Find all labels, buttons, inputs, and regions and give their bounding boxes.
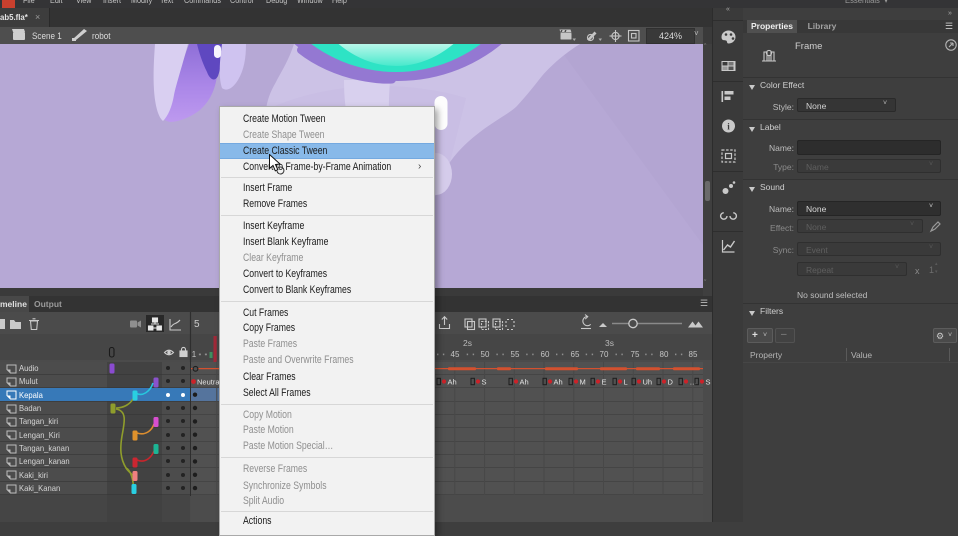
svg-text:Neutral: Neutral <box>197 378 222 387</box>
svg-text:D: D <box>668 378 674 387</box>
svg-text:Ah: Ah <box>554 378 563 387</box>
svg-text:Ah: Ah <box>448 378 457 387</box>
svg-text:S: S <box>706 378 711 387</box>
svg-text:L: L <box>624 378 628 387</box>
svg-text:M: M <box>580 378 586 387</box>
svg-text:S: S <box>482 378 487 387</box>
svg-text:E: E <box>602 378 607 387</box>
svg-text:Ah: Ah <box>520 378 529 387</box>
svg-text:Uh: Uh <box>643 378 653 387</box>
